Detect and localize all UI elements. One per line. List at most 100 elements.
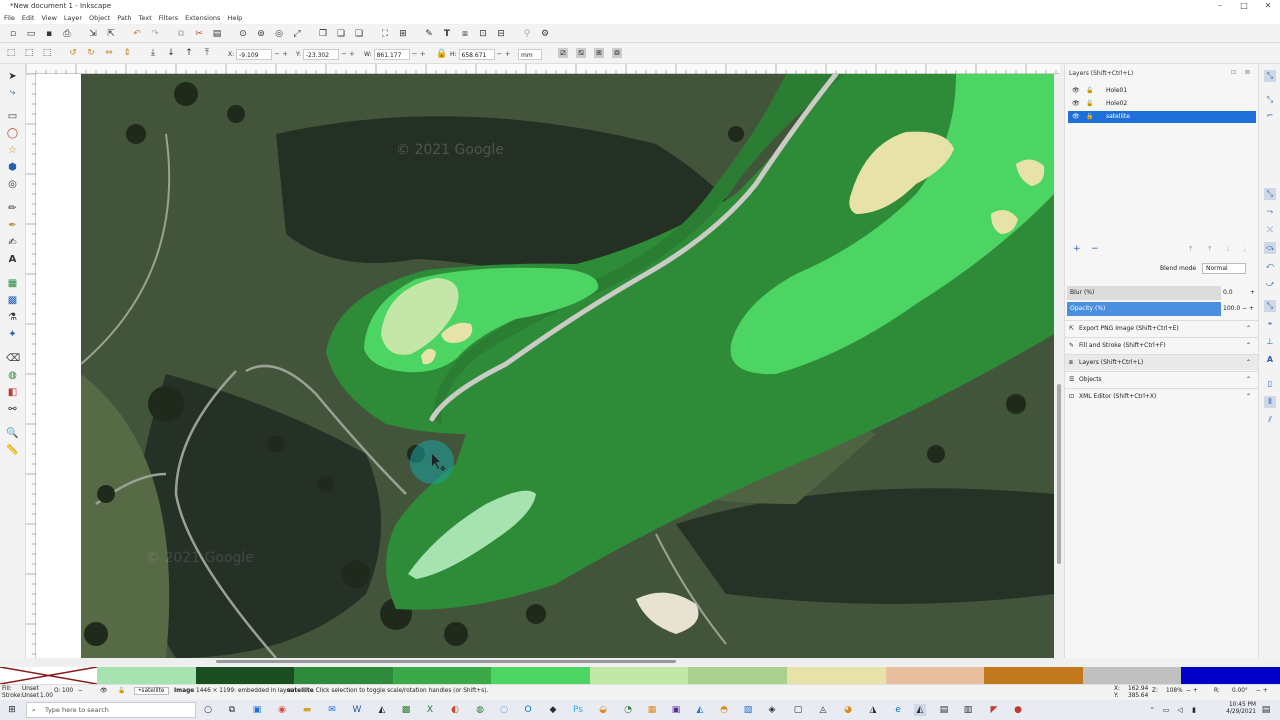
search-placeholder[interactable]: Type here to search <box>45 706 109 714</box>
blend-mode-select[interactable]: Normal <box>1202 263 1247 274</box>
dialog-label[interactable]: XML Editor (Shift+Ctrl+X) <box>1079 389 1156 405</box>
chevron-up-icon[interactable]: ⌃ <box>1246 338 1251 354</box>
cortana-icon[interactable]: ○ <box>202 704 214 716</box>
app-icon-17[interactable]: ◕ <box>842 704 854 716</box>
vertical-scroll-thumb[interactable] <box>1057 384 1061 564</box>
rotate-value[interactable]: 0.00° <box>1232 688 1248 694</box>
unlink-clone-icon[interactable]: ❑ <box>354 29 364 39</box>
color-swatch[interactable] <box>885 667 985 684</box>
horizontal-ruler[interactable] <box>25 64 1060 74</box>
maximize-button[interactable]: □ <box>1232 0 1256 12</box>
color-swatch[interactable] <box>97 667 196 684</box>
menu-filters[interactable]: Filters <box>159 14 178 22</box>
star-tool-icon[interactable]: ☆ <box>6 144 19 157</box>
clock[interactable]: 10:45 PM 4/29/2021 <box>1226 702 1256 716</box>
measure-tool-icon[interactable]: 📏 <box>6 444 19 457</box>
app-icon-15[interactable]: ▢ <box>792 704 804 716</box>
layer-row-hole02[interactable]: 👁 🔓 Hole02 <box>1068 98 1256 110</box>
lock-ratio-icon[interactable]: 🔒 <box>436 49 447 59</box>
rotate-stepper[interactable]: − + <box>1256 688 1268 694</box>
gradient-tool-icon[interactable]: ◧ <box>6 386 19 399</box>
lock-icon[interactable]: 🔓 <box>1086 85 1093 97</box>
snap-grid-icon[interactable]: ⦀ <box>1264 396 1276 408</box>
excel-icon[interactable]: X <box>424 704 436 716</box>
undo-icon[interactable]: ↶ <box>132 29 142 39</box>
opacity-value[interactable]: 100.0 <box>1223 302 1240 316</box>
layer-up-icon[interactable]: ↑ <box>1207 245 1213 253</box>
cut-icon[interactable]: ✂ <box>194 29 204 39</box>
dialog-export-png[interactable]: ⇱ Export PNG Image (Shift+Ctrl+E) ⌃ <box>1065 320 1259 336</box>
3d-box-tool-icon[interactable]: ⬢ <box>6 161 19 174</box>
color-swatch[interactable] <box>1181 667 1280 684</box>
panel-close-icon[interactable]: ⊠ <box>1245 69 1250 76</box>
select-all-icon[interactable]: ⬚ <box>6 48 16 58</box>
unit-value[interactable]: mm <box>518 48 542 60</box>
app-icon-2[interactable]: ▩ <box>400 704 412 716</box>
layer-name[interactable]: satellite <box>1106 111 1130 123</box>
menu-layer[interactable]: Layer <box>64 14 82 22</box>
dialog-label[interactable]: Fill and Stroke (Shift+Ctrl+F) <box>1079 338 1166 354</box>
tray-chevron-icon[interactable]: ⌃ <box>1146 704 1158 716</box>
menu-extensions[interactable]: Extensions <box>185 14 220 22</box>
clone-icon[interactable]: ❏ <box>336 29 346 39</box>
horizontal-scroll-thumb[interactable] <box>216 660 676 663</box>
w-input[interactable]: 861.177 <box>373 48 410 60</box>
remove-layer-icon[interactable]: − <box>1091 244 1099 254</box>
layer-visibility-icon[interactable]: 👁 <box>100 688 107 694</box>
stroke-width[interactable]: 1.00 <box>40 693 53 699</box>
snap-text-icon[interactable]: A <box>1264 354 1276 366</box>
horizontal-scrollbar[interactable] <box>36 658 1054 665</box>
dialog-layers[interactable]: ⧈ Layers (Shift+Ctrl+L) ⌃ <box>1065 354 1259 370</box>
inkscape-icon[interactable]: ◭ <box>914 704 926 716</box>
dropper-tool-icon[interactable]: ⚗ <box>6 311 19 324</box>
layer-bottom-icon[interactable]: ⤓ <box>1243 245 1246 254</box>
eraser-tool-icon[interactable]: ⌫ <box>6 352 20 365</box>
opacity-stepper[interactable]: − <box>78 688 83 694</box>
scale-stroke-icon[interactable]: ⧄ <box>558 48 568 58</box>
add-layer-icon[interactable]: + <box>1073 244 1081 254</box>
zoom-stepper[interactable]: − + <box>1186 688 1198 694</box>
tweak-tool-icon[interactable]: ✦ <box>6 328 19 341</box>
snap-intersection-icon[interactable]: ⤫ <box>1264 224 1276 236</box>
chevron-up-icon[interactable]: ⌃ <box>1246 389 1251 405</box>
windows-start-icon[interactable]: ⊞ <box>6 704 18 716</box>
app-icon-4[interactable]: ◍ <box>474 704 486 716</box>
current-layer-select[interactable]: •satellite <box>134 687 169 695</box>
snap-text-baseline-icon[interactable]: ⌖ <box>1264 318 1276 330</box>
lower-bottom-icon[interactable]: ⤓ <box>148 48 158 58</box>
h-input[interactable]: 658.671 <box>458 48 495 60</box>
app-icon-14[interactable]: ◈ <box>766 704 778 716</box>
blur-slider[interactable]: Blur (%) 0.0 + <box>1067 286 1257 300</box>
zoom-drawing-icon[interactable]: ⊚ <box>256 29 266 39</box>
blur-value[interactable]: 0.0 <box>1223 286 1233 300</box>
new-document-icon[interactable]: ▫ <box>8 29 18 39</box>
snap-smooth-icon[interactable]: ⤼ <box>1264 242 1276 254</box>
x-input[interactable]: -9.109 <box>236 48 273 60</box>
menu-help[interactable]: Help <box>227 14 242 22</box>
layer-top-icon[interactable]: ⤒ <box>1189 245 1192 254</box>
snap-nodes-icon[interactable]: ⤡ <box>1264 188 1276 200</box>
raise-top-icon[interactable]: ⤒ <box>202 48 212 58</box>
outlook-icon[interactable]: O <box>522 704 534 716</box>
lower-icon[interactable]: ↓ <box>166 48 176 58</box>
photoshop-icon[interactable]: Ps <box>572 704 584 716</box>
app-icon-8[interactable]: ◔ <box>622 704 634 716</box>
spiral-tool-icon[interactable]: ◎ <box>6 178 19 191</box>
task-view-icon[interactable]: ⧉ <box>226 704 238 716</box>
chrome-icon[interactable]: ◉ <box>276 704 288 716</box>
transform-patterns-icon[interactable]: ⧇ <box>612 48 622 58</box>
mail-icon[interactable]: ✉ <box>326 704 338 716</box>
h-stepper[interactable]: − + <box>497 50 511 58</box>
notifications-icon[interactable]: ▤ <box>1260 704 1272 716</box>
text-font-icon[interactable]: T <box>442 29 452 39</box>
stroke-value[interactable]: Unset <box>22 693 39 699</box>
snap-center-icon[interactable]: ⤻ <box>1264 278 1276 290</box>
selector-tool-icon[interactable]: ➤ <box>6 70 19 83</box>
dialog-xml-editor[interactable]: ⊡ XML Editor (Shift+Ctrl+X) ⌃ <box>1065 388 1259 404</box>
color-swatch[interactable] <box>1082 667 1182 684</box>
menu-edit[interactable]: Edit <box>22 14 35 22</box>
zoom-tool-icon[interactable]: 🔍 <box>6 427 19 440</box>
group-icon[interactable]: ⛶ <box>380 29 390 39</box>
dialog-objects[interactable]: ☰ Objects ⌃ <box>1065 371 1259 387</box>
app-icon-1[interactable]: ◭ <box>376 704 388 716</box>
